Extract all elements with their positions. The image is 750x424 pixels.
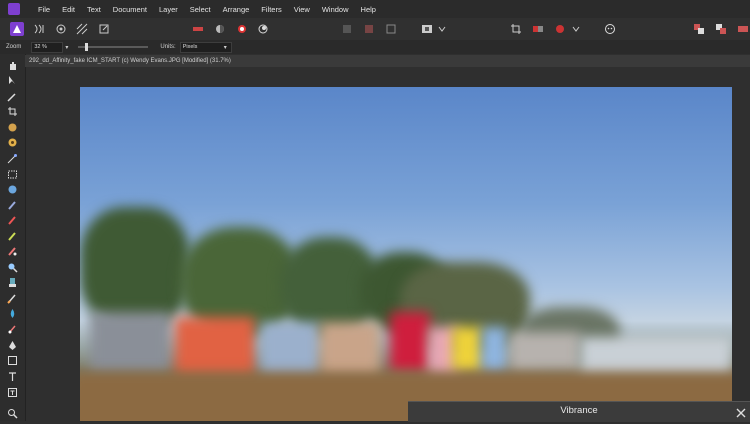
- flood-select-icon[interactable]: [7, 135, 18, 147]
- affinity-photo-icon[interactable]: [8, 3, 20, 15]
- menu-help[interactable]: Help: [361, 5, 376, 14]
- rectangle-tool-icon[interactable]: [7, 353, 18, 365]
- document-tab[interactable]: 292_dd_Affinity_fake ICM_START (c) Wendy…: [25, 55, 750, 67]
- brush-mode-icon[interactable]: [213, 22, 227, 36]
- crop-icon[interactable]: [509, 22, 523, 36]
- color-picker-icon[interactable]: [7, 89, 18, 102]
- dodge-tool-icon[interactable]: [7, 260, 18, 273]
- pixel-tool-icon[interactable]: [7, 213, 18, 225]
- pen-tool-icon[interactable]: [7, 338, 18, 350]
- photo-region-huts: [90, 312, 170, 372]
- zoom-input[interactable]: 32 %: [31, 41, 64, 53]
- photo-region-blue-huts: [260, 322, 320, 377]
- photo-region-beige-huts: [320, 322, 380, 377]
- zoom-tool-icon[interactable]: [7, 406, 18, 419]
- move-tool-icon[interactable]: [7, 73, 18, 84]
- vibrance-panel: Vibrance: [408, 401, 750, 422]
- document-image[interactable]: [80, 87, 732, 421]
- selection-add-icon[interactable]: [362, 22, 376, 36]
- develop-persona-icon[interactable]: [54, 22, 68, 36]
- menu-edit[interactable]: Edit: [62, 5, 75, 14]
- freehand-select-icon[interactable]: [7, 182, 18, 194]
- clone-tool-icon[interactable]: [7, 275, 18, 287]
- marquee-tool-icon[interactable]: [7, 167, 18, 179]
- photo-region-grey-huts: [510, 332, 580, 372]
- photo-region-crimson-hut: [390, 312, 430, 372]
- color-wheel-icon[interactable]: [235, 22, 249, 36]
- close-icon[interactable]: [736, 405, 746, 418]
- context-toolbar: Zoom 32 % ▾ Units: Pixels ▾: [0, 40, 750, 54]
- menu-window[interactable]: Window: [322, 5, 349, 14]
- photo-region-lightblue-hut: [482, 327, 507, 372]
- zoom-label: Zoom: [6, 44, 22, 50]
- vibrance-panel-title: Vibrance: [560, 405, 598, 416]
- crop-tool-icon[interactable]: [7, 104, 18, 116]
- main-toolbar: [0, 18, 750, 41]
- selection-brush-icon[interactable]: [7, 120, 18, 132]
- export-persona-icon[interactable]: [97, 22, 111, 36]
- selection-subtract-icon[interactable]: [384, 22, 398, 36]
- photo-persona-icon[interactable]: [10, 22, 24, 36]
- paint-brush-icon[interactable]: [7, 198, 18, 210]
- liquify-persona-icon[interactable]: [32, 22, 46, 36]
- zoom-slider-handle[interactable]: [85, 43, 89, 51]
- frame-text-tool-icon[interactable]: [7, 385, 18, 397]
- arrange-icon-2[interactable]: [714, 22, 728, 36]
- tone-mapping-persona-icon[interactable]: [75, 22, 89, 36]
- photo-region-far-huts: [580, 337, 732, 377]
- chevron-down-icon[interactable]: [436, 22, 450, 36]
- tools-panel: [0, 54, 26, 421]
- menu-text[interactable]: Text: [87, 5, 101, 14]
- units-dropdown-icon[interactable]: ▾: [224, 44, 227, 51]
- photo-region-yellow-hut: [452, 327, 482, 372]
- magic-wand-icon[interactable]: [7, 151, 18, 164]
- menu-bar: File Edit Text Document Layer Select Arr…: [0, 0, 750, 18]
- quick-mask-icon[interactable]: [420, 22, 434, 36]
- menu-document[interactable]: Document: [113, 5, 147, 14]
- rotate-icon[interactable]: [553, 22, 567, 36]
- photo-region-red-huts: [175, 317, 255, 377]
- menu-arrange[interactable]: Arrange: [223, 5, 250, 14]
- sharpen-brush-icon[interactable]: [7, 322, 18, 334]
- text-tool-icon[interactable]: [7, 369, 18, 381]
- red-tool-icon[interactable]: [191, 22, 205, 36]
- zoom-slider[interactable]: [78, 43, 149, 51]
- photo-region-trees: [80, 207, 190, 327]
- menu-select[interactable]: Select: [190, 5, 211, 14]
- menu-filters[interactable]: Filters: [261, 5, 281, 14]
- menu-view[interactable]: View: [294, 5, 310, 14]
- selection-mode-icon[interactable]: [340, 22, 354, 36]
- hand-tool-icon[interactable]: [7, 58, 18, 70]
- chevron-down-icon-2[interactable]: [569, 22, 583, 36]
- inpainting-brush-icon[interactable]: [7, 291, 18, 304]
- units-label: Units:: [160, 44, 176, 50]
- assistant-icon[interactable]: [603, 22, 617, 36]
- zoom-dropdown-icon[interactable]: ▾: [65, 44, 68, 51]
- menu-layer[interactable]: Layer: [159, 5, 178, 14]
- blur-brush-icon[interactable]: [7, 306, 18, 318]
- arrange-icon-3[interactable]: [736, 22, 750, 36]
- fill-tool-icon[interactable]: [7, 244, 18, 256]
- mask-icon[interactable]: [257, 22, 271, 36]
- menu-file[interactable]: File: [38, 5, 50, 14]
- arrange-icon[interactable]: [692, 22, 706, 36]
- erase-brush-icon[interactable]: [7, 229, 18, 241]
- flip-icon[interactable]: [531, 22, 545, 36]
